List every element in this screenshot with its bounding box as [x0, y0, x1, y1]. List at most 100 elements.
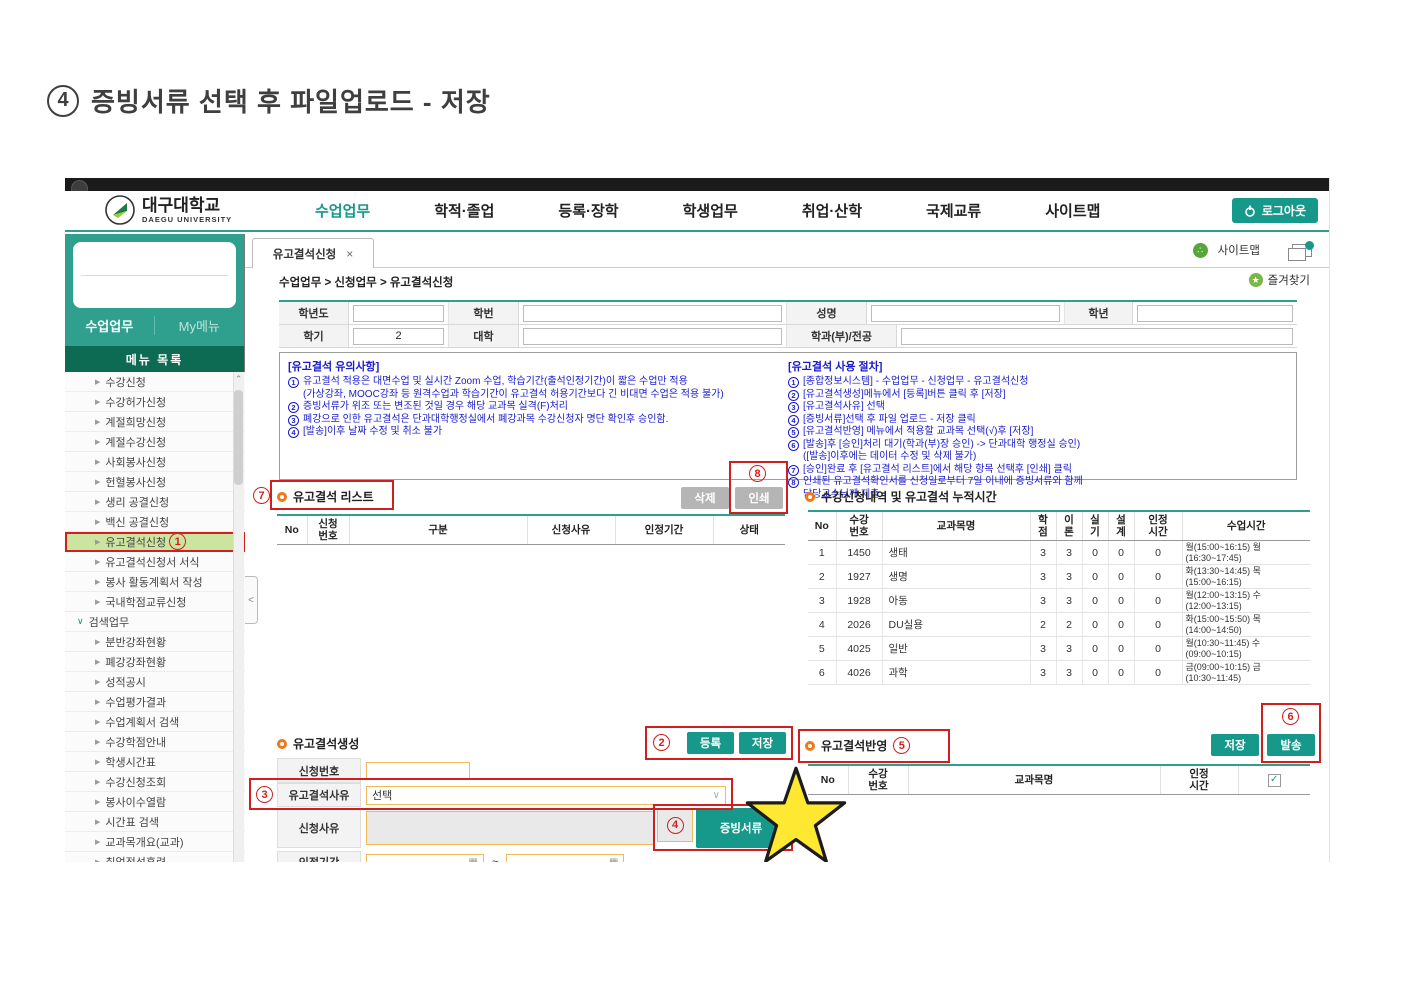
nav-item-student-affairs[interactable]: 학생업무 — [683, 200, 738, 221]
table-row[interactable]: 31928아동33000월(12:00~13:15) 수(12:00~13:15… — [808, 589, 1310, 613]
col-header: 인정기간 — [615, 515, 713, 545]
chevron-down-icon: ∨ — [77, 616, 84, 627]
logout-button[interactable]: 로그아웃 — [1232, 198, 1318, 223]
select-all-checkbox[interactable]: ✓ — [1268, 774, 1281, 787]
detail-reason-textarea[interactable] — [366, 811, 654, 845]
semester-label: 학기 — [279, 325, 349, 347]
chevron-right-icon: ▶ — [95, 858, 100, 863]
period-row: 인정기간 ▦ ~ ▦ — [277, 851, 624, 862]
table-row[interactable]: 42026DU실용22000화(15:00~15:50) 목(14:00~14:… — [808, 613, 1310, 637]
sidebar-item-partial[interactable]: ▶취업적성훈련 — [65, 852, 245, 862]
sidebar-item-menstrual-absence[interactable]: ▶생리 공결신청 — [65, 492, 245, 512]
sidebar-item-social-service[interactable]: ▶사회봉사신청 — [65, 452, 245, 472]
sidebar-item-grade-posting[interactable]: ▶성적공시 — [65, 672, 245, 692]
sidebar-item-student-timetable[interactable]: ▶학생시간표 — [65, 752, 245, 772]
print-button[interactable]: 인쇄 — [735, 487, 783, 509]
title-text: 증빙서류 선택 후 파일업로드 - 저장 — [91, 82, 491, 119]
chevron-right-icon: ▶ — [95, 678, 100, 686]
application-no-input[interactable] — [366, 762, 470, 780]
nav-item-classwork[interactable]: 수업업무 — [315, 200, 370, 221]
calendar-icon[interactable]: ▦ — [609, 857, 618, 863]
sitemap-link[interactable]: 사이트맵 — [1218, 242, 1260, 258]
nav-item-international[interactable]: 국제교류 — [926, 200, 981, 221]
register-button[interactable]: 등록 — [687, 732, 734, 754]
sidebar-item-domestic-credit-exchange[interactable]: ▶국내학점교류신청 — [65, 592, 245, 612]
sidebar-item-seasonal-registration[interactable]: ▶계절수강신청 — [65, 432, 245, 452]
credit-table: No 수강 번호 교과목명 학 점 이 론 실 기 설 계 인정 시간 수업시간… — [808, 510, 1310, 685]
application-no-row: 신청번호 — [277, 758, 470, 783]
sidebar-item-absence-application[interactable]: ▶유고결석신청 1 — [65, 532, 245, 552]
sidebar-item-service-plan[interactable]: ▶봉사 활동계획서 작성 — [65, 572, 245, 592]
dept-input[interactable] — [901, 328, 1293, 345]
student-id-input[interactable] — [523, 305, 782, 322]
sidebar-item-section-status[interactable]: ▶분반강좌현황 — [65, 632, 245, 652]
table-row[interactable]: 54025일반33000월(10:30~11:45) 수(09:00~10:15… — [808, 637, 1310, 661]
table-row[interactable]: 64026과학33000금(09:00~10:15) 금(10:30~11:45… — [808, 661, 1310, 685]
sidebar-item-registration-inquiry[interactable]: ▶수강신청조회 — [65, 772, 245, 792]
chevron-right-icon: ▶ — [95, 778, 100, 786]
nav-item-registration[interactable]: 등록·장학 — [558, 200, 618, 221]
apply-save-button[interactable]: 저장 — [1211, 734, 1259, 756]
sidebar-item-credit-guide[interactable]: ▶수강학점안내 — [65, 732, 245, 752]
semester-input[interactable]: 2 — [353, 328, 444, 345]
sidebar-item-course-registration[interactable]: ▶수강신청 — [65, 372, 245, 392]
chevron-right-icon: ▶ — [95, 498, 100, 506]
sidebar-tab-classwork[interactable]: 수업업무 — [65, 316, 155, 335]
table-header-row: No 신청 번호 구분 신청사유 인정기간 상태 — [277, 515, 785, 545]
tab-absence-application[interactable]: 유고결석신청 × — [252, 238, 374, 268]
detail-reason-label: 신청사유 — [277, 808, 361, 848]
favorite-link[interactable]: ★ 즐겨찾기 — [1249, 272, 1310, 288]
sidebar-item-course-evaluation[interactable]: ▶수업평가결과 — [65, 692, 245, 712]
create-save-button[interactable]: 저장 — [739, 732, 786, 754]
calendar-icon[interactable]: ▦ — [469, 857, 478, 863]
nav-item-sitemap[interactable]: 사이트맵 — [1045, 200, 1100, 221]
notice-left-title: [유고결석 유의사항] — [288, 358, 768, 374]
sidebar-item-vaccine-absence[interactable]: ▶백신 공결신청 — [65, 512, 245, 532]
browser-top-bar — [65, 178, 1330, 191]
delete-button[interactable]: 삭제 — [681, 487, 729, 509]
scroll-up-icon[interactable]: ⌃ — [233, 374, 244, 385]
send-button[interactable]: 발송 — [1267, 734, 1315, 756]
grade-input[interactable] — [1137, 305, 1293, 322]
nav-item-records[interactable]: 학적·졸업 — [434, 200, 494, 221]
create-section-title: 유고결석생성 — [277, 735, 359, 752]
sidebar-item-service-record[interactable]: ▶봉사이수열람 — [65, 792, 245, 812]
chevron-right-icon: ▶ — [95, 698, 100, 706]
col-header: No — [808, 511, 836, 541]
sidebar-item-closed-course-status[interactable]: ▶폐강강좌현황 — [65, 652, 245, 672]
dept-label: 학과(부)/전공 — [787, 325, 897, 347]
chevron-right-icon: ▶ — [95, 598, 100, 606]
tab-close-icon[interactable]: × — [346, 247, 353, 261]
absence-reason-select[interactable]: 선택∨ — [366, 786, 726, 805]
sidebar-scrollbar-thumb[interactable] — [234, 390, 243, 485]
name-input[interactable] — [871, 305, 1060, 322]
table-header-row: No 수강 번호 교과목명 학 점 이 론 실 기 설 계 인정 시간 수업시간 — [808, 511, 1310, 541]
college-label: 대학 — [449, 325, 519, 347]
sidebar-item-blood-donation[interactable]: ▶헌혈봉사신청 — [65, 472, 245, 492]
year-input[interactable] — [353, 305, 444, 322]
tab-label: 유고결석신청 — [273, 246, 336, 262]
sidebar-item-timetable-search[interactable]: ▶시간표 검색 — [65, 812, 245, 832]
col-header: 수강 번호 — [836, 511, 882, 541]
sidebar-item-absence-form[interactable]: ▶유고결석신청서 서식 — [65, 552, 245, 572]
nav-item-career[interactable]: 취업·산학 — [802, 200, 862, 221]
sidebar-item-course-outline[interactable]: ▶교과목개요(교과) — [65, 832, 245, 852]
sidebar-tab-mymenu[interactable]: My메뉴 — [155, 316, 245, 335]
period-to-input[interactable]: ▦ — [506, 854, 624, 862]
sidebar-group-search[interactable]: ∨검색업무 — [65, 612, 245, 632]
sidebar-item-course-permission[interactable]: ▶수강허가신청 — [65, 392, 245, 412]
breadcrumb-row: 수업업무 > 신청업무 > 유고결석신청 ★ 즐겨찾기 — [245, 267, 1330, 293]
apply-table: No 수강 번호 교과목명 인정 시간 ✓ — [808, 764, 1310, 795]
table-row[interactable]: 11450생태33000월(15:00~16:15) 월(16:30~17:45… — [808, 541, 1310, 565]
sidebar-item-syllabus-search[interactable]: ▶수업계획서 검색 — [65, 712, 245, 732]
sidebar-collapse-handle[interactable]: < — [245, 576, 258, 624]
period-from-input[interactable]: ▦ — [366, 854, 484, 862]
table-row[interactable]: 21927생명33000화(13:30~14:45) 목(15:00~16:15… — [808, 565, 1310, 589]
sidebar-user-box — [73, 242, 236, 308]
notice-box: [유고결석 유의사항] 1유고결석 적용은 대면수업 및 실시간 Zoom 수업… — [279, 352, 1297, 480]
window-icon[interactable] — [1292, 244, 1312, 257]
sidebar-item-seasonal-wish[interactable]: ▶계절희망신청 — [65, 412, 245, 432]
screenshot-frame: 대구대학교 DAEGU UNIVERSITY 수업업무 학적·졸업 등록·장학 … — [65, 178, 1330, 862]
college-input[interactable] — [523, 328, 782, 345]
annotation-7: 7 — [253, 487, 270, 504]
